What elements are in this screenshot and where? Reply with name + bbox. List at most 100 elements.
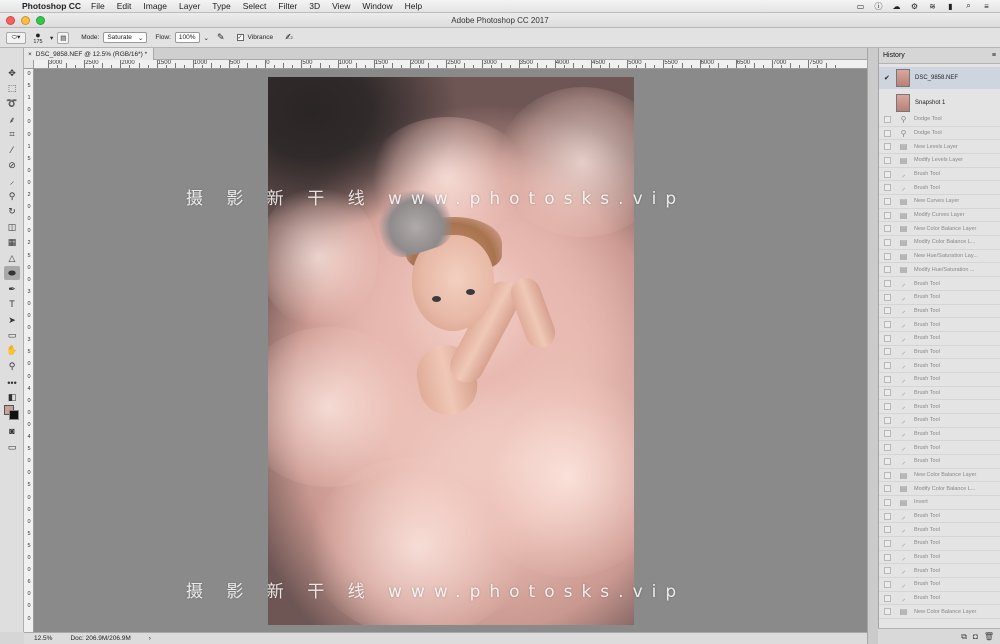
history-source-checkbox[interactable] [884, 252, 891, 260]
menu-item-image[interactable]: Image [143, 1, 167, 11]
menu-item-window[interactable]: Window [362, 1, 392, 11]
history-state[interactable]: ▤ New Hue/Saturation Lay... [879, 250, 1000, 264]
cloud-icon[interactable]: ☁ [891, 2, 902, 11]
screen-record-icon[interactable]: ▭ [855, 2, 866, 11]
history-brush-source-icon[interactable]: ✔ [884, 74, 891, 82]
brush-preset-picker[interactable]: ● 175 [30, 30, 46, 45]
history-state[interactable]: ⸝ Brush Tool [879, 537, 1000, 551]
trash-icon[interactable]: 🗑 [984, 632, 994, 641]
healing-brush-tool-icon[interactable]: ⊘ [4, 158, 20, 172]
history-source-checkbox[interactable] [884, 293, 891, 301]
history-source-checkbox[interactable] [884, 403, 891, 411]
history-state[interactable]: ⸝ Brush Tool [879, 277, 1000, 291]
status-menu-arrow-icon[interactable]: › [149, 635, 151, 642]
default-colors-icon[interactable]: ◧ [4, 390, 20, 404]
history-source-checkbox[interactable] [884, 539, 891, 547]
quick-select-tool-icon[interactable]: ⸙ [4, 112, 20, 126]
close-tab-icon[interactable]: × [28, 51, 32, 58]
history-state[interactable]: ▤ Modify Hue/Saturation ... [879, 263, 1000, 278]
history-state[interactable]: ▤ New Levels Layer [879, 140, 1000, 155]
brush-picker-arrow-icon[interactable]: ▾ [50, 34, 53, 42]
type-tool-icon[interactable]: T [4, 297, 20, 311]
list-icon[interactable]: ≡ [981, 2, 992, 11]
history-source-checkbox[interactable] [884, 156, 891, 164]
airbrush-icon[interactable]: ✎ [217, 32, 225, 43]
history-source-checkbox[interactable] [884, 170, 891, 178]
hand-tool-icon[interactable]: ✋ [4, 343, 20, 357]
history-source-checkbox[interactable] [884, 526, 891, 534]
history-source-checkbox[interactable] [884, 512, 891, 520]
history-source-checkbox[interactable] [884, 471, 891, 479]
history-state[interactable]: ⸝ Brush Tool [879, 523, 1000, 538]
menu-item-edit[interactable]: Edit [117, 1, 132, 11]
screen-mode-icon[interactable]: ▭ [4, 440, 20, 454]
zoom-tool-icon[interactable]: ⚲ [4, 359, 20, 373]
clone-stamp-tool-icon[interactable]: ⚲ [4, 189, 20, 203]
history-state[interactable]: ⸝ Brush Tool [879, 387, 1000, 401]
history-source-checkbox[interactable] [884, 608, 891, 616]
new-document-from-state-icon[interactable]: ⧉ [961, 632, 967, 642]
ruler-origin[interactable] [24, 60, 34, 69]
history-state[interactable]: ⸝ Brush Tool [879, 510, 1000, 524]
history-state[interactable]: ⸝ Brush Tool [879, 305, 1000, 319]
doc-size-info[interactable]: Doc: 206.9M/206.9M [70, 635, 130, 642]
history-state[interactable]: ⸝ Brush Tool [879, 181, 1000, 196]
tool-preset-picker[interactable]: ⬭▾ [6, 31, 26, 44]
history-snapshot[interactable]: Snapshot 1 [879, 92, 1000, 114]
history-state[interactable]: ⚲ Dodge Tool [879, 127, 1000, 141]
history-source-checkbox[interactable] [884, 225, 891, 233]
edit-toolbar-icon[interactable]: ••• [4, 376, 20, 390]
sponge-tool-icon[interactable]: ⬬ [4, 266, 20, 280]
document-image[interactable] [268, 77, 634, 625]
menu-item-file[interactable]: File [91, 1, 105, 11]
history-state[interactable]: ⸝ Brush Tool [879, 332, 1000, 346]
history-state[interactable]: ⸝ Brush Tool [879, 551, 1000, 565]
zoom-level[interactable]: 12.5% [34, 635, 52, 642]
menu-item-3d[interactable]: 3D [309, 1, 320, 11]
history-state[interactable]: ⸝ Brush Tool [879, 168, 1000, 182]
history-source-checkbox[interactable] [884, 416, 891, 424]
history-source-checkbox[interactable] [884, 184, 891, 192]
history-source-checkbox[interactable] [884, 580, 891, 588]
canvas-area[interactable]: 摄 影 新 干 线 www.photosks.vip 摄 影 新 干 线 www… [34, 69, 867, 632]
app-menu[interactable]: Photoshop CC [22, 1, 81, 11]
history-state[interactable]: ▤ Modify Curves Layer [879, 209, 1000, 223]
history-source-checkbox[interactable] [884, 485, 891, 493]
brush-panel-toggle-button[interactable]: ▤ [57, 31, 70, 44]
blur-tool-icon[interactable]: △ [4, 251, 20, 265]
history-state[interactable]: ⸝ Brush Tool [879, 414, 1000, 428]
history-source-checkbox[interactable] [884, 266, 891, 274]
brush-tool-icon[interactable]: ⸝ [4, 173, 20, 187]
history-state[interactable]: ▤ New Color Balance Layer [879, 222, 1000, 237]
history-source-checkbox[interactable] [884, 115, 891, 123]
history-source-checkbox[interactable] [884, 211, 891, 219]
history-state[interactable]: ▤ Modify Levels Layer [879, 154, 1000, 168]
gradient-tool-icon[interactable]: ▦ [4, 235, 20, 249]
pen-tool-icon[interactable]: ✒ [4, 282, 20, 296]
marquee-tool-icon[interactable]: ⬚ [4, 81, 20, 95]
history-state[interactable]: ⸝ Brush Tool [879, 592, 1000, 606]
history-source-checkbox[interactable] [884, 238, 891, 246]
menu-item-layer[interactable]: Layer [179, 1, 200, 11]
history-source-checkbox[interactable] [884, 143, 891, 151]
history-state[interactable]: ⸝ Brush Tool [879, 400, 1000, 414]
history-state[interactable]: ▤ Modify Color Balance L... [879, 236, 1000, 250]
flow-input[interactable]: 100% [174, 32, 200, 43]
history-source-checkbox[interactable] [884, 321, 891, 329]
info-icon[interactable]: ⓘ [873, 2, 884, 11]
menu-item-view[interactable]: View [332, 1, 350, 11]
vertical-ruler[interactable]: 0510001500200025003000350040004500500055… [24, 69, 34, 632]
history-source-checkbox[interactable] [884, 553, 891, 561]
background-color-swatch[interactable] [9, 410, 19, 420]
eraser-tool-icon[interactable]: ◫ [4, 220, 20, 234]
history-state[interactable]: ⸝ Brush Tool [879, 441, 1000, 455]
quick-mask-icon[interactable]: ◙ [4, 424, 20, 438]
wifi-icon[interactable]: ≋ [927, 2, 938, 11]
history-state[interactable]: ⸝ Brush Tool [879, 359, 1000, 373]
history-source-checkbox[interactable] [884, 375, 891, 383]
history-state[interactable]: ▤ Modify Color Balance L... [879, 482, 1000, 497]
history-source-checkbox[interactable] [884, 457, 891, 465]
camera-icon[interactable]: ◘ [973, 632, 978, 641]
flow-dropdown-icon[interactable]: ⌄ [204, 34, 209, 42]
history-state[interactable]: ⸝ Brush Tool [879, 578, 1000, 592]
